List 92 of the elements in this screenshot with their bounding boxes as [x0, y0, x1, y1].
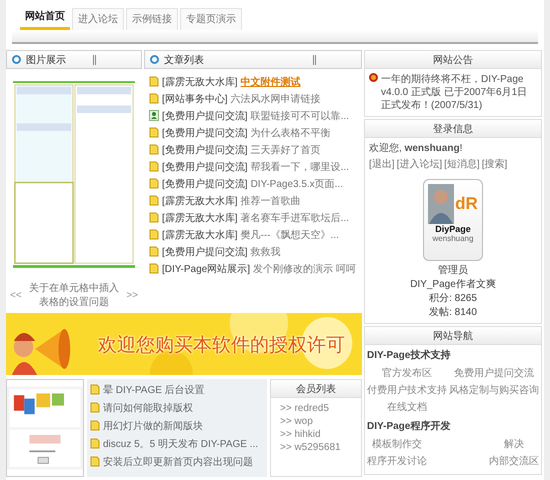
profile-line: DIY_Page作者文爽 [409, 279, 497, 291]
image-caption: 关于在单元格中插入表格的设置问题 [28, 282, 120, 309]
article-link[interactable]: 六法风水网申请链接 [230, 92, 321, 106]
category-link[interactable]: [霹雳无敌大水库] [162, 74, 238, 88]
nav-link[interactable]: 风格定制与购买咨询 [449, 383, 539, 397]
group-title: DIY-Page程序开发 [367, 419, 452, 433]
nav-tab[interactable]: 进入论坛 [72, 8, 124, 30]
category-link[interactable]: [霹雳无敌大水库] [162, 194, 238, 208]
note-icon [149, 161, 159, 172]
note-icon [90, 456, 100, 467]
category-link[interactable]: [网站事务中心] [162, 92, 228, 106]
previous-link[interactable]: << [10, 290, 22, 300]
article-link[interactable]: 著名赛车手进军歌坛后... [240, 210, 349, 224]
note-icon [149, 76, 159, 87]
article-link[interactable]: 推荐一首歌曲 [240, 194, 301, 208]
article-link[interactable]: 发个刚修改的演示 呵呵 [253, 262, 356, 276]
logo-text: dR [455, 194, 478, 214]
category-link[interactable]: [免费用户提问交流] [162, 244, 248, 258]
note-icon [90, 384, 100, 395]
circle-icon [150, 55, 159, 64]
topic-link[interactable]: 请问如何能取掉版权 [103, 400, 193, 414]
nav-link[interactable]: 官方发布区 [367, 366, 447, 380]
category-link[interactable]: [免费用户提问交流] [162, 108, 248, 122]
next-link[interactable]: >> [126, 290, 138, 300]
nav-link[interactable]: 模板制作交 [367, 437, 427, 451]
nav-link[interactable]: 程序开发讨论 [367, 454, 427, 468]
article-link[interactable]: 救救我 [250, 244, 281, 258]
nav-link[interactable]: 免费用户提问交流 [449, 366, 539, 380]
category-link[interactable]: [霹雳无敌大水库] [162, 210, 238, 224]
topic-link[interactable]: 用幻灯片做的新闻版块 [103, 418, 203, 432]
note-icon [149, 195, 159, 206]
account-link[interactable]: [短消息] [444, 157, 480, 171]
brand-text: DiyPage [435, 224, 471, 234]
category-link[interactable]: [免费用户提问交流] [162, 142, 248, 156]
note-icon [149, 93, 159, 104]
nav-tab[interactable]: 专题页演示 [180, 8, 242, 30]
category-link[interactable]: [免费用户提问交流] [162, 126, 248, 140]
section-header: 网站导航 [365, 327, 541, 345]
section-header: 会员列表 [271, 380, 361, 398]
nav-link[interactable]: 在线文档 [367, 400, 447, 414]
panel-title: 文章列表 [164, 54, 204, 66]
member-link[interactable]: >> hihkid [276, 429, 359, 440]
note-icon [90, 438, 100, 449]
note-icon [90, 402, 100, 413]
account-link[interactable]: [搜索] [482, 157, 508, 171]
article-link[interactable]: DIY-Page3.5.x页面... [250, 176, 344, 190]
member-link[interactable]: >> w5295681 [276, 442, 359, 453]
circle-icon [12, 55, 21, 64]
profile-line: 管理员 [437, 265, 469, 277]
nav-link[interactable]: 内部交流区 [489, 454, 539, 468]
nav-link[interactable]: 付费用户技术支持 [367, 383, 447, 397]
announcement-icon [369, 73, 378, 82]
note-icon [149, 246, 159, 257]
article-link[interactable]: 联盟链接可不可以靠... [250, 108, 349, 122]
topic-link[interactable]: discuz 5。5 明天发布 DIY-PAGE ... [103, 436, 258, 450]
article-link[interactable]: 三天弄好了首页 [250, 142, 321, 156]
note-icon [149, 212, 159, 223]
category-link[interactable]: [免费用户提问交流] [162, 160, 248, 174]
topic-link[interactable]: 安装后立即更新首页内容出现问题 [103, 454, 253, 468]
note-icon [149, 127, 159, 138]
person-silhouette-icon [428, 184, 454, 224]
profile-line: 发帖: 8140 [428, 307, 478, 319]
panel-title: 图片展示 [26, 54, 66, 66]
note-icon [149, 263, 159, 274]
group-title: DIY-Page技术支持 [367, 348, 452, 362]
announcement-text: 一年的期待终将不枉，DIY-Page v4.0.0 正式版 已于2007年6月1日正式发布！(2007/5/31) [381, 73, 528, 112]
grip-icon[interactable] [93, 54, 96, 64]
section-header: 登录信息 [365, 120, 541, 138]
note-icon [149, 144, 159, 155]
note-icon [90, 420, 100, 431]
user-icon [149, 110, 159, 121]
section-header: 网站公告 [365, 51, 541, 69]
member-link[interactable]: >> redred5 [276, 403, 359, 414]
category-link[interactable]: [DIY-Page网站展示] [162, 262, 250, 276]
article-link[interactable]: 为什么表格不平衡 [250, 126, 331, 140]
topic-link[interactable]: 晕 DIY-PAGE 后台设置 [103, 382, 205, 396]
note-icon [149, 178, 159, 189]
username: wenshuang [432, 234, 474, 243]
grip-icon[interactable] [313, 54, 316, 64]
nav-tab[interactable]: 示例链接 [126, 8, 178, 30]
note-icon [149, 229, 159, 240]
article-link[interactable]: 帮我看一下，哪里设... [250, 160, 349, 174]
welcome-text: 欢迎您, wenshuang! [369, 142, 464, 155]
profile-line: 积分: 8265 [428, 293, 478, 305]
nav-link[interactable]: 解决 [489, 437, 539, 451]
member-link[interactable]: >> wop [276, 416, 359, 427]
category-link[interactable]: [免费用户提问交流] [162, 176, 248, 190]
article-link[interactable]: 樊凡---《飘想天空》... [240, 228, 339, 242]
account-link[interactable]: [退出] [369, 157, 395, 171]
article-link[interactable]: 中文附件测试 [240, 74, 301, 88]
category-link[interactable]: [霹雳无敌大水库] [162, 228, 238, 242]
account-link[interactable]: [进入论坛] [396, 157, 442, 171]
